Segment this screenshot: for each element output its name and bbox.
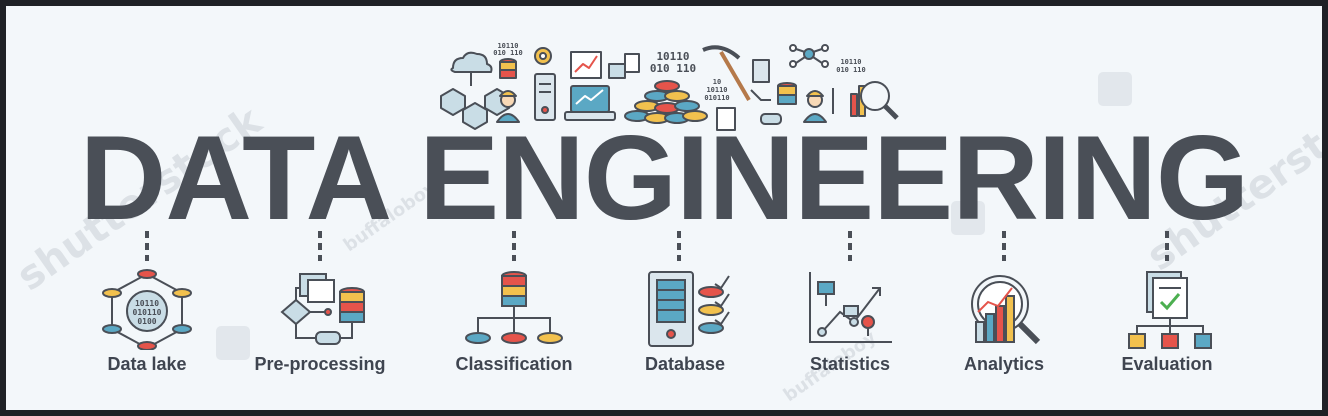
dashed-connector: [848, 231, 852, 261]
data-engineering-banner: shutterstock shutterstock buffaloboy buf…: [6, 6, 1322, 410]
item-label-data-lake: Data lake: [107, 354, 187, 374]
item-database: Database: [600, 266, 770, 375]
item-label-analytics: Analytics: [963, 354, 1045, 374]
item-label-statistics: Statistics: [809, 354, 891, 374]
database-icon: [648, 271, 730, 347]
page-title: DATA ENGINEERING: [79, 111, 1249, 245]
dashed-connector: [1165, 231, 1169, 261]
item-label-database: Database: [644, 354, 726, 374]
classification-icon: [465, 271, 563, 344]
dashed-connector: [318, 231, 322, 261]
dashed-connector: [1002, 231, 1006, 261]
analytics-icon: [971, 275, 1041, 345]
watermark-logo: [1098, 72, 1132, 106]
statistics-icon: [809, 272, 892, 343]
hero-binary: 010110: [704, 94, 729, 102]
hero-binary: 10110: [706, 86, 727, 94]
lake-binary: 0100: [137, 317, 156, 326]
item-analytics: Analytics: [919, 266, 1089, 375]
dashed-connector: [145, 231, 149, 261]
item-classification: Classification: [429, 266, 599, 375]
hero-binary: 10: [713, 78, 721, 86]
lake-binary: 010110: [133, 308, 162, 317]
item-label-pre-processing: Pre-processing: [254, 354, 386, 374]
item-pre-processing: Pre-processing: [235, 266, 405, 375]
item-evaluation: Evaluation: [1082, 266, 1252, 375]
dashed-connector: [677, 231, 681, 261]
lake-binary: 10110: [135, 299, 159, 308]
hero-binary: 010 110: [836, 66, 866, 74]
dashed-connector: [512, 231, 516, 261]
hero-binary: 10110: [840, 58, 861, 66]
item-label-evaluation: Evaluation: [1121, 354, 1213, 374]
hero-binary: 010 110: [493, 49, 523, 57]
item-data-lake: 10110 010110 0100 Data lake: [62, 266, 232, 375]
pre-processing-icon: [280, 273, 365, 345]
item-statistics: Statistics: [765, 266, 935, 375]
hero-binary: 010 110: [650, 62, 696, 75]
evaluation-icon: [1128, 271, 1212, 349]
item-label-classification: Classification: [455, 354, 573, 374]
data-lake-icon: 10110 010110 0100: [102, 269, 192, 350]
